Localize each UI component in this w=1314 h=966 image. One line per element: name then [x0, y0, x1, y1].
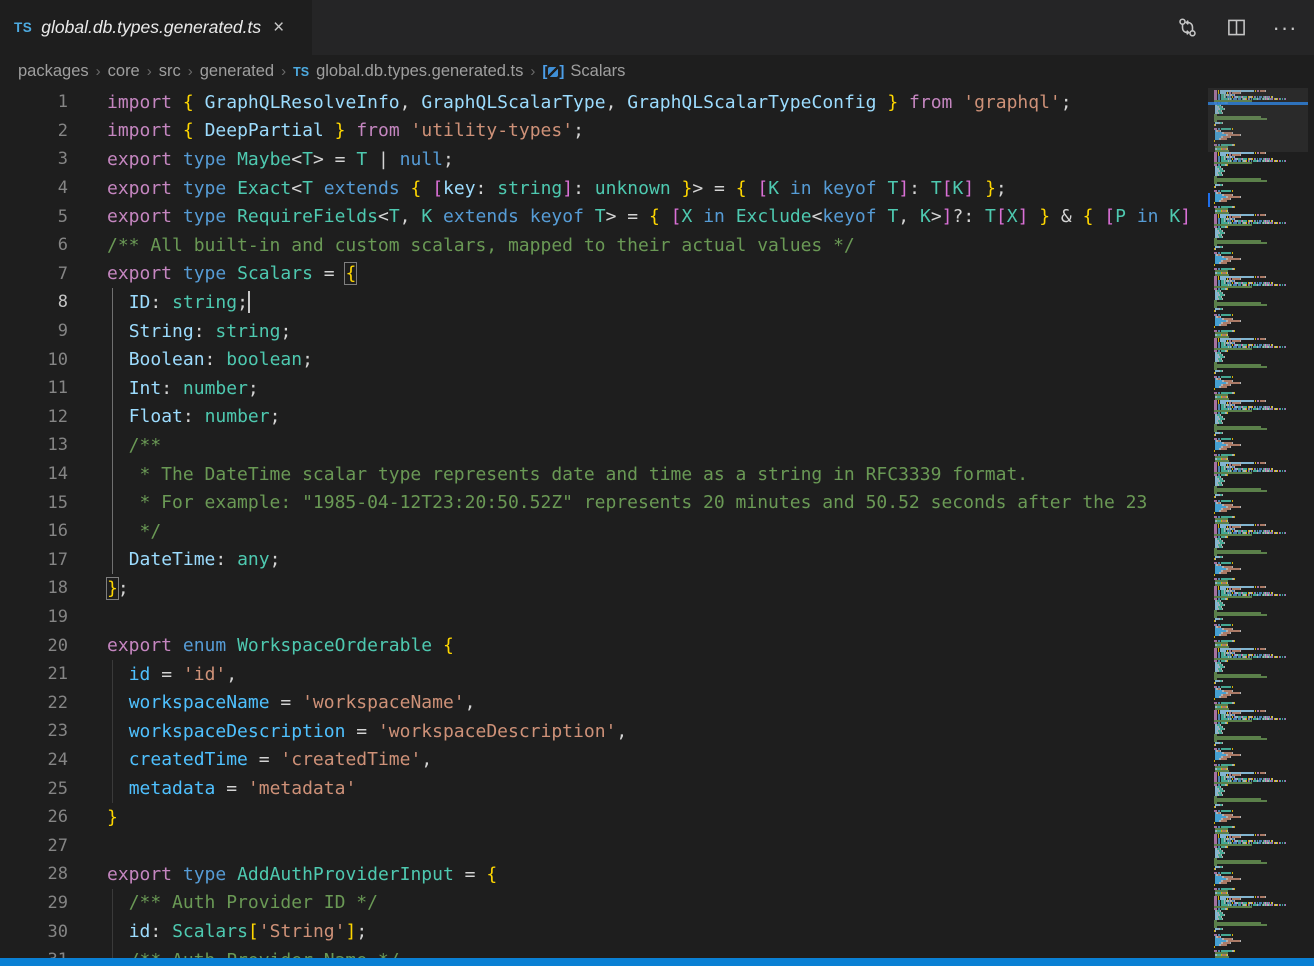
code-line[interactable]: 1import { GraphQLResolveInfo, GraphQLSca… [0, 88, 1314, 117]
line-number: 24 [0, 750, 68, 770]
line-number: 23 [0, 721, 68, 741]
code-line[interactable]: 13 /** [0, 431, 1314, 460]
text-cursor [248, 291, 250, 313]
code-line[interactable]: 11 Int: number; [0, 374, 1314, 403]
breadcrumb-item-core[interactable]: core [108, 62, 140, 81]
line-number: 5 [0, 207, 68, 227]
typescript-file-icon: TS [293, 65, 309, 79]
line-number: 9 [0, 321, 68, 341]
code-line[interactable]: 31 /** Auth Provider Name */ [0, 946, 1314, 958]
code-line[interactable]: 20export enum WorkspaceOrderable { [0, 631, 1314, 660]
code-line[interactable]: 17 DateTime: any; [0, 546, 1314, 575]
split-editor-icon[interactable] [1225, 17, 1247, 39]
breadcrumb-item-src[interactable]: src [159, 62, 181, 81]
chevron-right-icon: › [147, 63, 152, 80]
status-bar-strip [0, 958, 1314, 966]
line-number: 6 [0, 235, 68, 255]
line-number: 30 [0, 922, 68, 942]
line-number: 11 [0, 378, 68, 398]
chevron-right-icon: › [530, 63, 535, 80]
close-tab-icon[interactable]: × [273, 18, 284, 37]
code-line[interactable]: 23 workspaceDescription = 'workspaceDesc… [0, 717, 1314, 746]
code-line[interactable]: 3export type Maybe<T> = T | null; [0, 145, 1314, 174]
minimap[interactable] [1208, 88, 1308, 958]
minimap-slider[interactable] [1208, 88, 1308, 152]
symbol-type-icon: [] [542, 63, 564, 80]
line-number: 4 [0, 178, 68, 198]
line-number: 7 [0, 264, 68, 284]
tab-title: global.db.types.generated.ts [41, 17, 261, 38]
tab-global-db-types[interactable]: TS global.db.types.generated.ts × [0, 0, 312, 55]
breadcrumb-item-file[interactable]: global.db.types.generated.ts [316, 62, 523, 81]
line-number: 13 [0, 435, 68, 455]
breadcrumb: packages › core › src › generated › TS g… [0, 55, 1314, 88]
open-changes-icon[interactable] [1176, 17, 1198, 39]
code-line[interactable]: 24 createdTime = 'createdTime', [0, 746, 1314, 775]
minimap-modified-marker [1208, 193, 1210, 207]
line-number: 19 [0, 607, 68, 627]
code-line[interactable]: 8 ID: string; [0, 288, 1314, 317]
chevron-right-icon: › [281, 63, 286, 80]
code-line[interactable]: 12 Float: number; [0, 403, 1314, 432]
code-line[interactable]: 25 metadata = 'metadata' [0, 774, 1314, 803]
code-line[interactable]: 15 * For example: "1985-04-12T23:20:50.5… [0, 488, 1314, 517]
line-number: 8 [0, 292, 68, 312]
line-number: 18 [0, 578, 68, 598]
code-line[interactable]: 2import { DeepPartial } from 'utility-ty… [0, 117, 1314, 146]
code-line[interactable]: 22 workspaceName = 'workspaceName', [0, 688, 1314, 717]
breadcrumb-item-generated[interactable]: generated [200, 62, 274, 81]
line-number: 10 [0, 350, 68, 370]
code-line[interactable]: 16 */ [0, 517, 1314, 546]
line-number: 3 [0, 149, 68, 169]
code-line[interactable]: 5export type RequireFields<T, K extends … [0, 202, 1314, 231]
code-line[interactable]: 9 String: string; [0, 317, 1314, 346]
line-number: 2 [0, 121, 68, 141]
scrollbar-gutter[interactable] [1308, 88, 1314, 958]
code-line[interactable]: 4export type Exact<T extends { [key: str… [0, 174, 1314, 203]
code-line[interactable]: 21 id = 'id', [0, 660, 1314, 689]
line-number: 26 [0, 807, 68, 827]
code-line[interactable]: 27 [0, 831, 1314, 860]
code-line[interactable]: 29 /** Auth Provider ID */ [0, 889, 1314, 918]
code-editor[interactable]: 1import { GraphQLResolveInfo, GraphQLSca… [0, 88, 1314, 958]
breadcrumb-item-symbol[interactable]: Scalars [570, 62, 625, 81]
line-number: 21 [0, 664, 68, 684]
code-line[interactable]: 26} [0, 803, 1314, 832]
code-line[interactable]: 10 Boolean: boolean; [0, 345, 1314, 374]
line-number: 15 [0, 493, 68, 513]
line-number: 31 [0, 950, 68, 958]
code-line[interactable]: 18}; [0, 574, 1314, 603]
code-line[interactable]: 14 * The DateTime scalar type represents… [0, 460, 1314, 489]
tab-bar: TS global.db.types.generated.ts × ··· [0, 0, 1314, 55]
breadcrumb-item-packages[interactable]: packages [18, 62, 89, 81]
code-area: 1import { GraphQLResolveInfo, GraphQLSca… [0, 88, 1314, 958]
code-line[interactable]: 30 id: Scalars['String']; [0, 917, 1314, 946]
code-line[interactable]: 19 [0, 603, 1314, 632]
line-number: 22 [0, 693, 68, 713]
chevron-right-icon: › [96, 63, 101, 80]
line-number: 1 [0, 92, 68, 112]
line-number: 16 [0, 521, 68, 541]
minimap-cursor-line [1208, 102, 1308, 105]
editor-actions: ··· [1176, 0, 1314, 55]
line-number: 14 [0, 464, 68, 484]
line-number: 20 [0, 636, 68, 656]
chevron-right-icon: › [188, 63, 193, 80]
line-number: 25 [0, 779, 68, 799]
line-number: 27 [0, 836, 68, 856]
typescript-file-icon: TS [14, 20, 32, 35]
line-number: 12 [0, 407, 68, 427]
code-line[interactable]: 6/** All built-in and custom scalars, ma… [0, 231, 1314, 260]
line-number: 17 [0, 550, 68, 570]
code-line[interactable]: 28export type AddAuthProviderInput = { [0, 860, 1314, 889]
line-number: 28 [0, 864, 68, 884]
line-number: 29 [0, 893, 68, 913]
code-line[interactable]: 7export type Scalars = { [0, 260, 1314, 289]
more-actions-icon[interactable]: ··· [1274, 17, 1296, 39]
minimap-content [1214, 90, 1308, 958]
